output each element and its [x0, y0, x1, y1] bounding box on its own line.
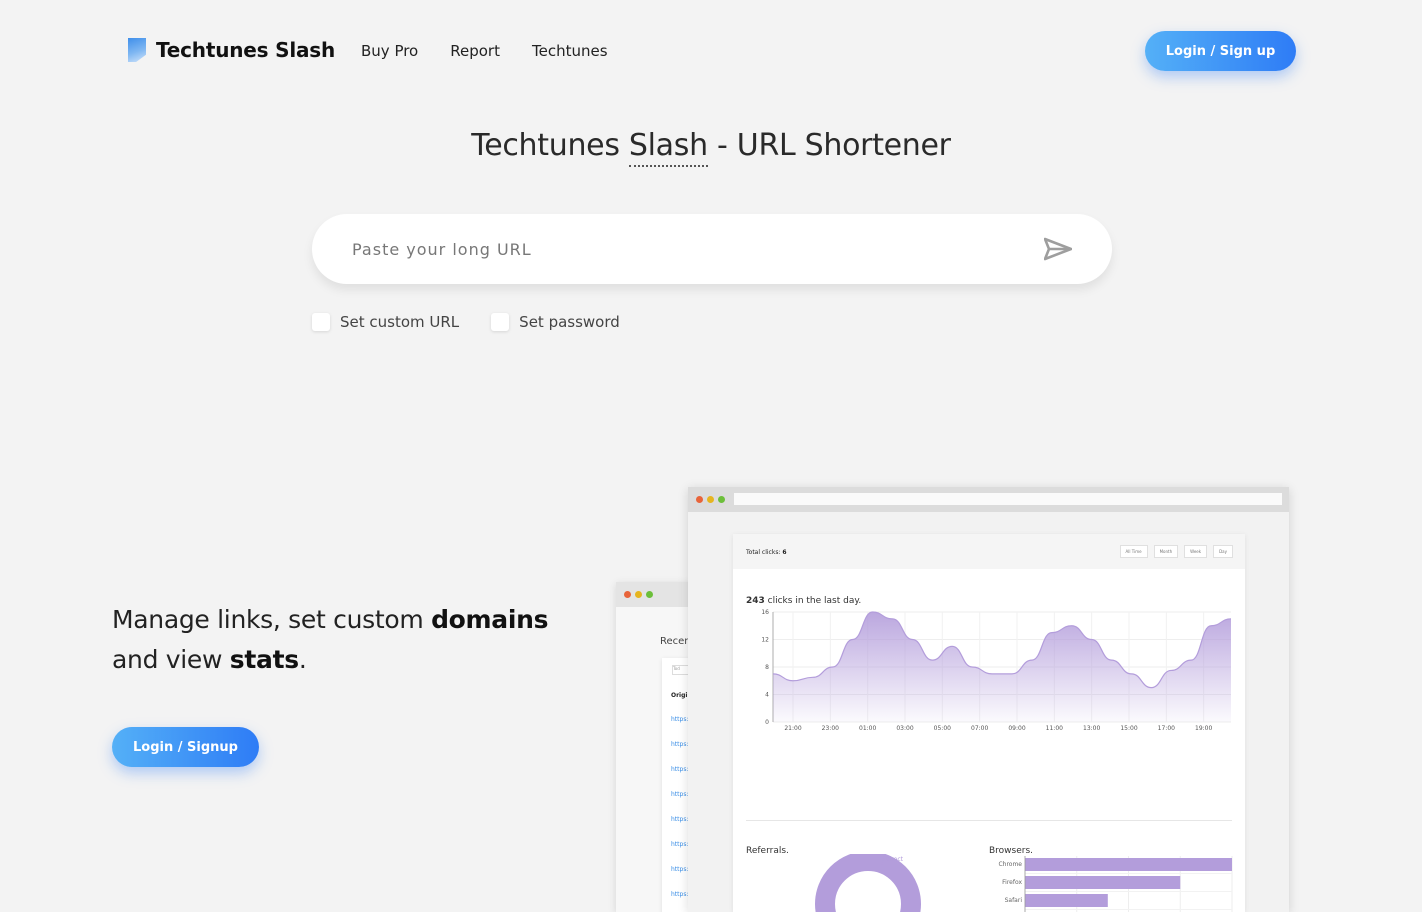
custom-url-option[interactable]: Set custom URL — [312, 313, 459, 331]
bar-category-label: Safari — [1005, 897, 1023, 904]
x-tick-label: 19:00 — [1195, 725, 1212, 732]
title-slash: Slash — [628, 128, 708, 167]
range-month: Month — [1153, 545, 1179, 558]
link-list: https: https: https: https: https: https… — [671, 716, 688, 912]
y-tick-label: 8 — [765, 664, 769, 671]
title-part-2: - URL Shortener — [707, 128, 951, 163]
window-controls — [624, 591, 653, 598]
list-item: https: — [671, 741, 689, 748]
list-item: https: — [671, 891, 689, 898]
list-item: https: — [671, 766, 689, 773]
window-controls — [696, 496, 725, 503]
x-tick-label: 09:00 — [1008, 725, 1025, 732]
url-shortener-form — [312, 214, 1112, 284]
main-nav: Buy Pro Report Techtunes — [361, 42, 608, 60]
nav-buy-pro[interactable]: Buy Pro — [361, 42, 418, 60]
bar — [1025, 876, 1181, 889]
nav-report[interactable]: Report — [450, 42, 500, 60]
password-option[interactable]: Set password — [491, 313, 620, 331]
clicks-area-chart: 0 4 8 12 16 21:00 23:00 01:00 03:00 05:00 07:00 09:… — [761, 609, 1232, 732]
send-icon[interactable] — [1044, 237, 1072, 261]
feature-text-1: Manage links, set custom — [112, 605, 432, 634]
login-signup-button[interactable]: Login / Sign up — [1145, 31, 1296, 71]
x-tick-label: 03:00 — [896, 725, 913, 732]
title-part-1: Techtunes — [471, 128, 629, 163]
feature-bold-domains: domains — [431, 605, 549, 634]
browsers-title: Browsers. — [989, 846, 1034, 856]
brand-name: Techtunes Slash — [156, 38, 336, 62]
range-selector: All Time Month Week Day — [1119, 545, 1233, 558]
list-item: https: — [671, 791, 689, 798]
bar-category-label: Firefox — [1002, 879, 1022, 886]
range-week: Week — [1184, 545, 1208, 558]
recent-heading: Recen — [660, 636, 691, 647]
feature-login-button[interactable]: Login / Signup — [112, 727, 259, 767]
x-tick-label: 15:00 — [1120, 725, 1137, 732]
list-item: https: — [671, 816, 689, 823]
y-tick-label: 0 — [765, 719, 769, 726]
bar-category-label: Chrome — [998, 861, 1022, 868]
y-tick-label: 16 — [761, 609, 769, 616]
total-clicks: Total clicks: 6 — [746, 549, 787, 556]
y-tick-label: 12 — [761, 637, 769, 644]
x-tick-label: 21:00 — [784, 725, 801, 732]
list-item: https: — [671, 866, 689, 873]
x-tick-label: 13:00 — [1083, 725, 1100, 732]
x-tick-label: 11:00 — [1046, 725, 1063, 732]
x-tick-label: 17:00 — [1158, 725, 1175, 732]
referrals-title: Referrals. — [746, 846, 789, 856]
y-tick-label: 4 — [765, 692, 769, 699]
feature-line-1: Manage links, set custom domains — [112, 600, 549, 640]
minimize-dot-icon — [635, 591, 642, 598]
feature-text-2: and view — [112, 645, 230, 674]
password-label: Set password — [519, 313, 620, 331]
x-tick-label: 23:00 — [822, 725, 839, 732]
browsers-bar-chart: ChromeFirefoxSafariEdgeOther — [998, 856, 1233, 912]
range-day: Day — [1213, 545, 1233, 558]
mock-window-stats: Total clicks: 6 All Time Month Week Day … — [688, 487, 1289, 912]
range-all-time: All Time — [1119, 545, 1148, 558]
page-title: Techtunes Slash - URL Shortener — [0, 128, 1422, 167]
section-divider — [746, 820, 1232, 821]
nav-techtunes[interactable]: Techtunes — [532, 42, 608, 60]
feature-text: Manage links, set custom domains and vie… — [112, 600, 549, 680]
total-clicks-label: Total clicks: — [746, 549, 783, 556]
close-dot-icon — [624, 591, 631, 598]
stats-card-header: Total clicks: 6 All Time Month Week Day — [733, 534, 1245, 569]
list-item: https: — [671, 841, 689, 848]
long-url-input[interactable] — [352, 239, 1044, 259]
total-clicks-value: 6 — [782, 549, 787, 556]
mock-address-bar — [734, 493, 1282, 505]
feature-line-2: and view stats. — [112, 640, 548, 680]
logo-icon — [128, 38, 146, 62]
x-tick-label: 01:00 — [859, 725, 876, 732]
mock-window-titlebar — [688, 487, 1289, 512]
close-dot-icon — [696, 496, 703, 503]
x-tick-label: 07:00 — [971, 725, 988, 732]
minimize-dot-icon — [707, 496, 714, 503]
x-tick-label: 05:00 — [934, 725, 951, 732]
feature-period: . — [298, 645, 307, 674]
donut-slice-label: Direct — [885, 856, 904, 863]
shorten-options: Set custom URL Set password — [312, 313, 620, 331]
custom-url-label: Set custom URL — [340, 313, 460, 331]
list-item: https: — [671, 716, 689, 723]
feature-bold-stats: stats — [229, 645, 299, 674]
bar — [1025, 858, 1232, 871]
bar — [1025, 894, 1108, 907]
custom-url-checkbox[interactable] — [312, 313, 330, 331]
maximize-dot-icon — [646, 591, 653, 598]
donut-slice — [815, 854, 921, 912]
maximize-dot-icon — [718, 496, 725, 503]
referrals-donut-chart: Direct — [815, 854, 921, 912]
brand-logo[interactable]: Techtunes Slash — [128, 38, 335, 62]
stats-card: Total clicks: 6 All Time Month Week Day … — [733, 534, 1245, 912]
password-checkbox[interactable] — [491, 313, 510, 331]
